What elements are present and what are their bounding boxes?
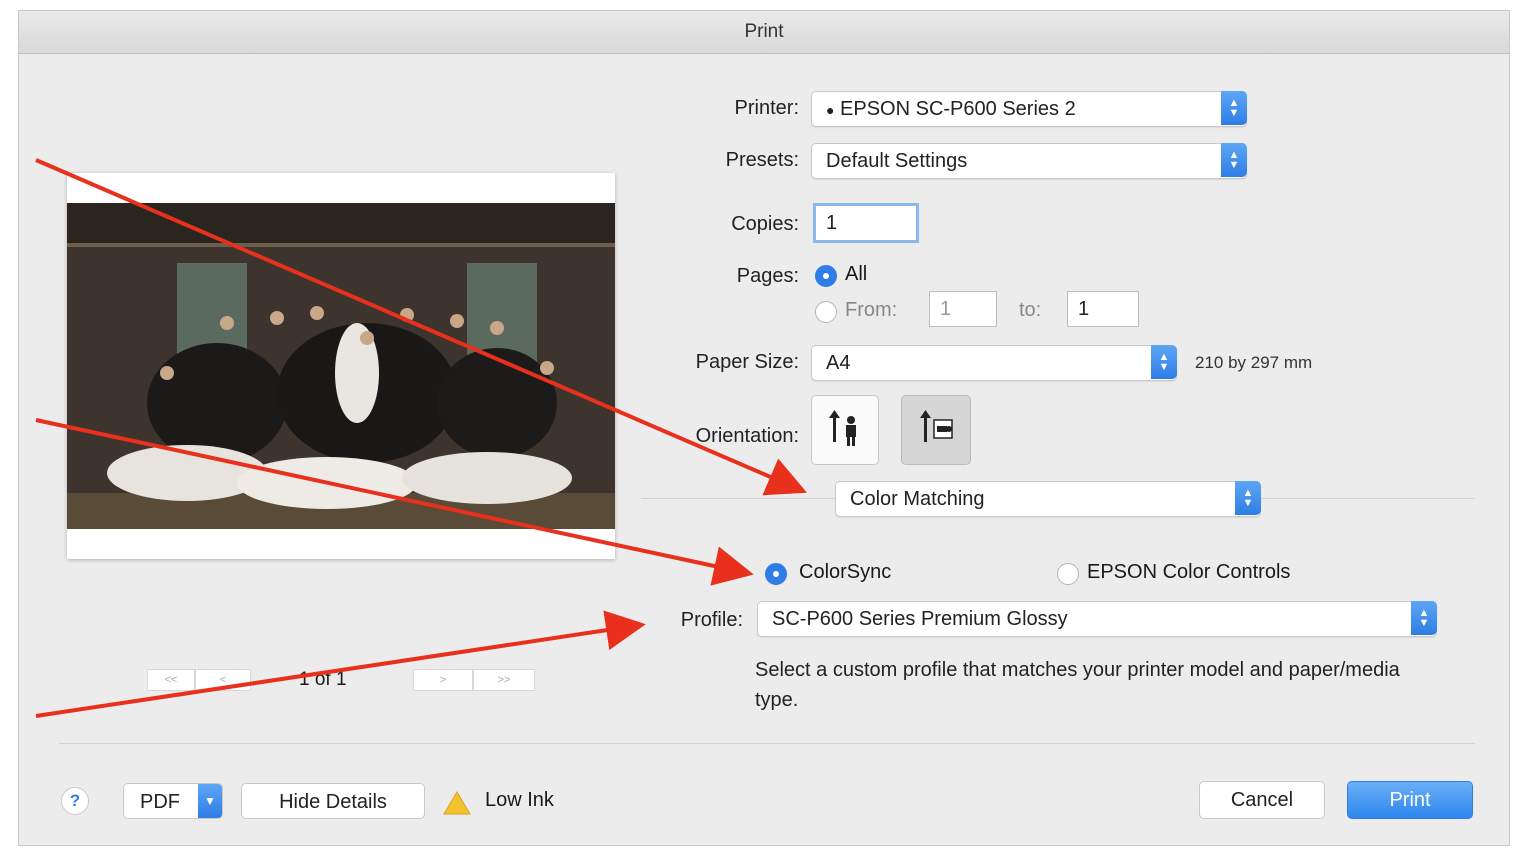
annotation-arrow-colorsync: [35, 418, 754, 586]
annotation-arrows: [35, 158, 808, 718]
annotation-arrow-profile: [35, 610, 646, 718]
annotation-arrow-color-matching: [35, 158, 808, 496]
